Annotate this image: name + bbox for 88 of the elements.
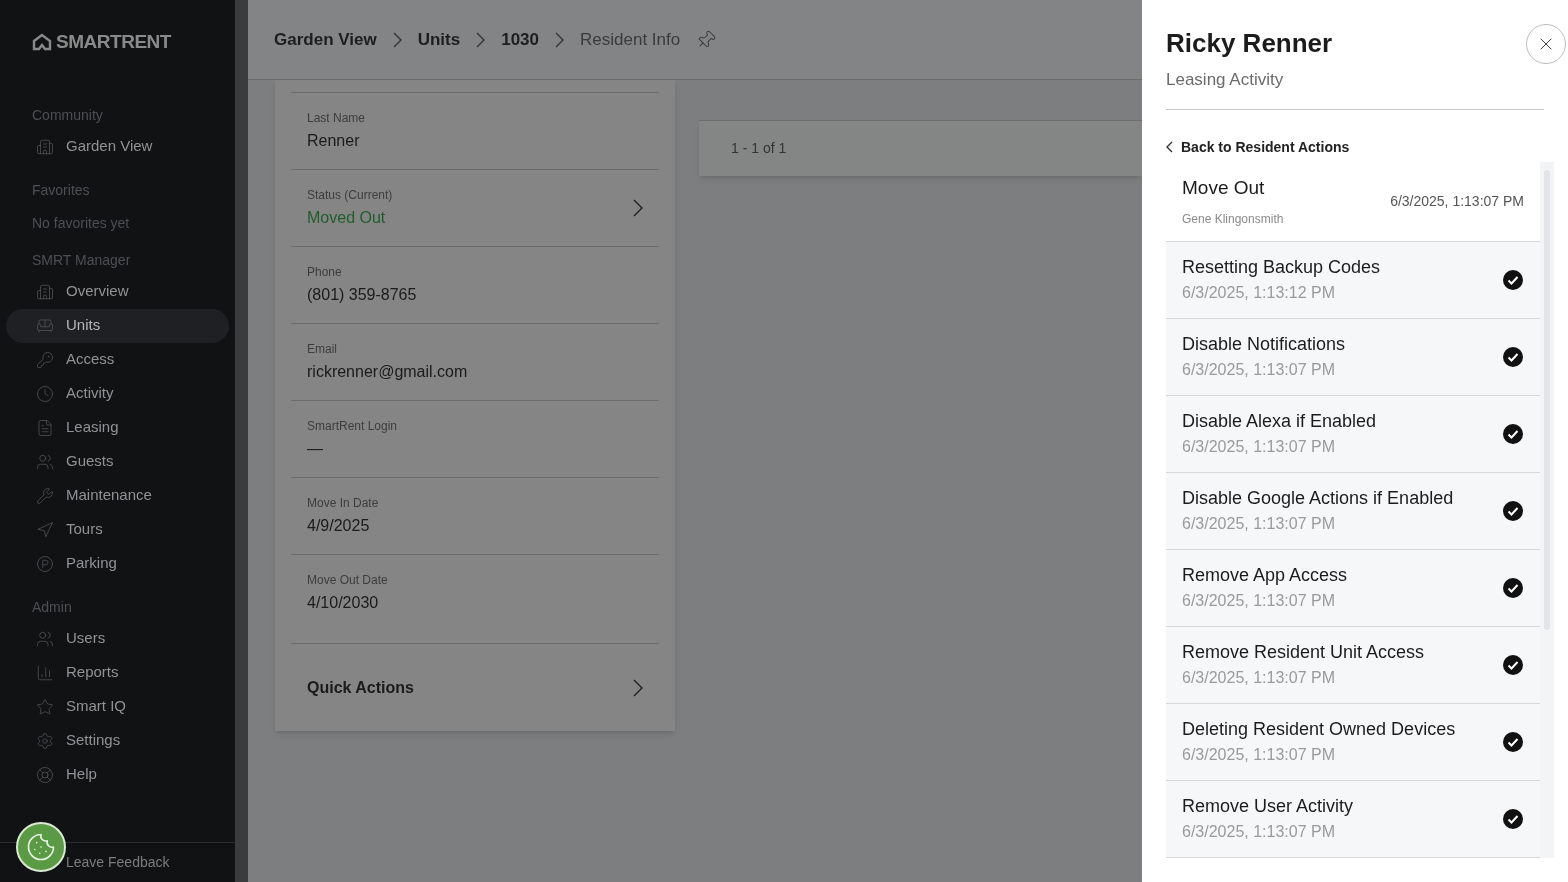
building-icon — [36, 137, 54, 156]
field-value: Renner — [307, 131, 361, 151]
field-label: Phone — [307, 264, 343, 281]
step-time: 6/3/2025, 1:13:07 PM — [1182, 437, 1336, 457]
sidebar-item[interactable]: Activity — [6, 376, 229, 411]
field-label: Move In Date — [307, 495, 380, 512]
field-label: Email — [307, 341, 338, 358]
quick-actions-row[interactable]: Quick Actions — [291, 643, 659, 731]
chevron-icon — [555, 31, 564, 48]
breadcrumb-link[interactable]: Resident Info — [580, 26, 681, 53]
step-title: Remove App Access — [1182, 564, 1349, 587]
step-title: Disable Alexa if Enabled — [1182, 410, 1378, 433]
step-time: 6/3/2025, 1:13:07 PM — [1182, 822, 1336, 842]
step-time: 6/3/2025, 1:13:07 PM — [1182, 591, 1336, 611]
parking-icon — [36, 554, 54, 573]
clock-icon — [36, 384, 54, 403]
feedback-link[interactable]: Leave Feedback — [66, 852, 170, 873]
logo-icon — [32, 33, 52, 52]
breadcrumb-link[interactable]: 1030 — [501, 26, 539, 53]
users-icon — [36, 452, 54, 471]
building-icon — [36, 282, 54, 301]
step-time: 6/3/2025, 1:13:07 PM — [1182, 514, 1336, 534]
sidebar-item[interactable]: Maintenance — [6, 478, 229, 513]
sidebar-item[interactable]: Reports — [6, 655, 229, 690]
event-title: Move Out — [1182, 175, 1266, 200]
help-icon — [36, 765, 54, 784]
chevron-icon — [633, 678, 643, 697]
sidebar-item[interactable]: Guests — [6, 444, 229, 479]
bar-chart-icon — [36, 663, 54, 682]
field-value: — — [307, 439, 324, 459]
step-title: Remove Resident Unit Access — [1182, 641, 1426, 664]
sidebar-item[interactable]: Access — [6, 342, 229, 377]
event-time: 6/3/2025, 1:13:07 PM — [1390, 191, 1524, 211]
field-value: (801) 359-8765 — [307, 285, 418, 305]
key-icon — [36, 350, 54, 369]
section-title: Community — [31, 105, 104, 125]
section-title: Favorites — [31, 180, 91, 200]
breadcrumb-link[interactable]: Units — [417, 26, 461, 53]
field-value: rickrenner@gmail.com — [307, 362, 469, 382]
section-title: SMRT Manager — [31, 250, 132, 270]
chevron-icon — [392, 31, 402, 48]
step-title: Resetting Backup Codes — [1182, 256, 1382, 279]
document-icon — [36, 418, 54, 437]
step-title: Remove User Activity — [1182, 795, 1355, 818]
panel-title: Ricky Renner — [1166, 27, 1334, 60]
sidebar-item[interactable]: Users — [6, 621, 229, 656]
field-value: 4/10/2030 — [307, 593, 380, 613]
breadcrumb-link[interactable]: Garden View — [274, 26, 377, 53]
star-icon — [36, 697, 54, 716]
wrench-icon — [36, 486, 54, 505]
step-title: Disable Notifications — [1182, 333, 1347, 356]
arrow-icon — [36, 520, 54, 539]
step-title: Disable Google Actions if Enabled — [1182, 487, 1455, 510]
sidebar-item[interactable]: Garden View — [6, 129, 229, 164]
pagination-text: 1 - 1 of 1 — [731, 139, 787, 158]
sofa-icon — [36, 316, 54, 335]
step-time: 6/3/2025, 1:13:12 PM — [1182, 283, 1336, 303]
step-time: 6/3/2025, 1:13:07 PM — [1182, 668, 1336, 688]
field-label: Move Out Date — [307, 572, 389, 589]
settings-icon — [36, 731, 54, 750]
sidebar-item[interactable]: Parking — [6, 546, 229, 581]
sidebar-item[interactable]: Help — [6, 757, 229, 792]
field-label: SmartRent Login — [307, 418, 399, 435]
empty-text: No favorites yet — [31, 213, 131, 233]
step-time: 6/3/2025, 1:13:07 PM — [1182, 745, 1336, 765]
sidebar-item[interactable]: Tours — [6, 512, 229, 547]
section-title: Admin — [31, 597, 73, 617]
chevron-icon[interactable] — [633, 199, 643, 217]
sidebar-item[interactable]: Leasing — [6, 410, 229, 445]
step-title: Deleting Resident Owned Devices — [1182, 718, 1457, 741]
chevron-icon — [1166, 141, 1173, 153]
sidebar-item[interactable]: Overview — [6, 274, 229, 309]
back-link[interactable]: Back to Resident Actions — [1166, 136, 1350, 158]
field-value: 4/9/2025 — [307, 516, 371, 536]
users-icon — [36, 629, 54, 648]
event-author: Gene Klingonsmith — [1182, 211, 1285, 229]
field-label: Status (Current) — [307, 187, 394, 204]
panel-subtitle: Leasing Activity — [1166, 69, 1285, 91]
field-label: Last Name — [307, 110, 367, 127]
sidebar-item[interactable]: Smart IQ — [6, 689, 229, 724]
logo-wordmark: SMARTRENT — [56, 30, 171, 54]
sidebar-item[interactable]: Units — [6, 308, 229, 343]
step-time: 6/3/2025, 1:13:07 PM — [1182, 360, 1336, 380]
chevron-icon — [476, 31, 486, 48]
cookie-icon — [26, 832, 56, 862]
cookie-button[interactable] — [16, 822, 66, 872]
sidebar-item[interactable]: Settings — [6, 723, 229, 758]
field-value: Moved Out — [307, 208, 387, 228]
